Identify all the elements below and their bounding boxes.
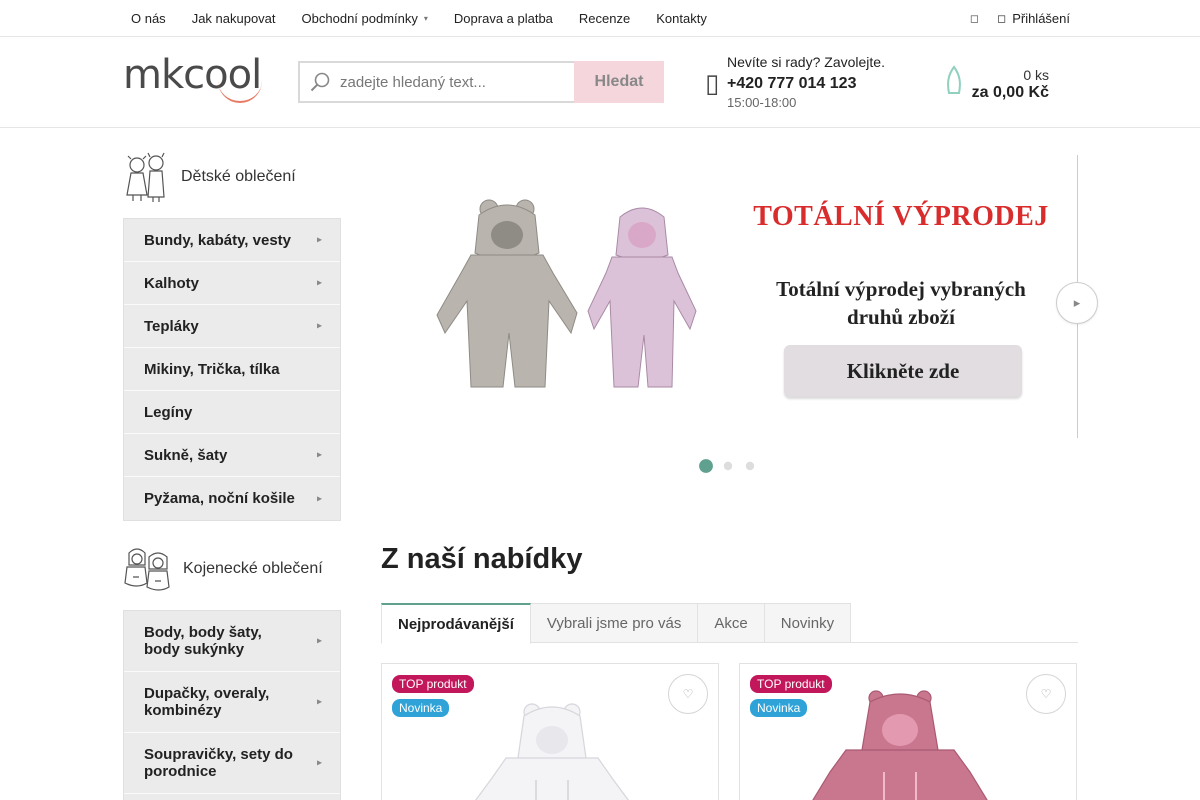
section-title: Z naší nabídky (381, 543, 583, 575)
badge-new: Novinka (392, 699, 450, 717)
chevron-right-icon: ▸ (316, 493, 322, 504)
product-image (812, 690, 988, 800)
chevron-right-icon: ▸ (316, 449, 322, 461)
sidebar-item-dupacky[interactable]: Dupačky, overaly, kombinézy ▸ (124, 672, 340, 733)
logo-smile (218, 81, 262, 103)
tab-nejprodavanejsi[interactable]: Nejprodávanější (381, 603, 531, 644)
search-input[interactable] (340, 63, 574, 101)
nav-link-label: Jak nakupovat (191, 10, 276, 26)
chevron-right-icon: ▸ (316, 635, 322, 647)
product-card[interactable]: TOP produkt Novinka ♡ (381, 663, 719, 800)
product-card[interactable]: TOP produkt Novinka ♡ (739, 663, 1077, 800)
sidebar-heading-kids[interactable]: Dětské oblečení (123, 151, 296, 203)
search-icon (300, 63, 340, 101)
sidebar-item-label: Pyžama, noční košile (144, 490, 295, 507)
cart-price: za 0,00 Kč (971, 84, 1049, 101)
slider-next-button[interactable]: ▸ (1056, 282, 1098, 324)
heart-icon[interactable]: ♡ (668, 674, 708, 714)
product-image (475, 703, 629, 800)
top-account: ◻ ◻ Přihlášení (970, 0, 1070, 36)
top-navigation: O nás Jak nakupovat Obchodní podmínky ▾ D… (118, 0, 720, 36)
sidebar-item-mikiny[interactable]: Mikiny, Trička, tílka (124, 348, 340, 391)
header: mkcool Hledat ▯ Nevíte si rady? Zavolejt… (0, 37, 1200, 128)
sidebar-menu-babies: Body, body šaty, body sukýnky ▸ Dupačky, … (123, 610, 341, 800)
chevron-right-icon: ▸ (1073, 295, 1081, 310)
pink-jumpsuit-image (587, 207, 697, 388)
product-tabs: Nejprodávanější Vybrali jsme pro vás Akc… (381, 603, 852, 644)
promo-subtitle-line: Totální výprodej vybraných (776, 277, 1026, 301)
cart-icon (945, 65, 963, 102)
slider-dot[interactable] (745, 461, 755, 471)
search-bar: Hledat (298, 61, 664, 103)
badge-top-product: TOP produkt (750, 675, 832, 693)
slider-dot[interactable] (699, 459, 713, 473)
sidebar-item-label: Tepláky (144, 317, 199, 335)
nav-link-recenze[interactable]: Recenze (566, 11, 643, 26)
sidebar-heading-label: Dětské oblečení (181, 168, 296, 185)
language-icon[interactable]: ◻ (970, 12, 979, 25)
chevron-right-icon: ▸ (316, 234, 322, 246)
sidebar-heading-babies[interactable]: Kojenecké oblečení (123, 543, 323, 595)
sidebar-item-bundy[interactable]: Bundy, kabáty, vesty ▸ (124, 219, 340, 262)
chevron-right-icon: ▸ (316, 696, 322, 708)
promo-subtitle: Totální výprodej vybraných druhů zboží (745, 275, 1057, 331)
nav-link-label: Recenze (578, 10, 631, 26)
sidebar-item-label: Bundy, kabáty, vesty (144, 231, 291, 249)
badge-top-product: TOP produkt (392, 675, 474, 693)
promo-subtitle-line: druhů zboží (847, 305, 955, 329)
slider-dots (699, 459, 756, 473)
sidebar-item-body[interactable]: Body, body šaty, body sukýnky ▸ (124, 611, 340, 672)
tab-akce[interactable]: Akce (698, 603, 765, 643)
nav-link-kontakty[interactable]: Kontakty (643, 11, 720, 26)
nav-link-obchodni-podminky[interactable]: Obchodní podmínky ▾ (289, 11, 441, 26)
sidebar-item-kalhoty[interactable]: Kalhoty ▸ (124, 262, 340, 305)
nav-link-doprava-a-platba[interactable]: Doprava a platba (441, 11, 566, 26)
sidebar-menu-kids: Bundy, kabáty, vesty ▸ Kalhoty ▸ Tepláky ▸ … (123, 218, 341, 521)
nav-link-label: O nás (131, 10, 166, 26)
cart-quantity: 0 ks (1023, 67, 1049, 83)
sidebar-item-soupravicky[interactable]: Soupravičky, sety do porodnice ▸ (124, 733, 340, 794)
sidebar-item-label: Mikiny, Trička, tílka (144, 360, 280, 378)
sidebar-item-sukne[interactable]: Sukně, šaty ▸ (124, 434, 340, 477)
sidebar-item-teplaky[interactable]: Tepláky ▸ (124, 305, 340, 348)
sidebar-item-pyzama[interactable]: Pyžama, noční košile ▸ (124, 477, 340, 520)
promo-cta-button[interactable]: Klikněte zde (784, 345, 1022, 397)
contact-hours: 15:00-18:00 (727, 95, 797, 110)
top-bar: O nás Jak nakupovat Obchodní podmínky ▾ D… (0, 0, 1200, 37)
contact-prompt: Nevíte si rady? Zavolejte. (727, 54, 885, 70)
sidebar-item-label: Dupačky, overaly, kombinézy (144, 685, 270, 719)
contact-phone[interactable]: +420 777 014 123 (727, 75, 856, 93)
sidebar-item-label: Soupravičky, sety do porodnice (144, 746, 293, 780)
site-logo[interactable]: mkcool (123, 55, 283, 111)
heart-icon[interactable]: ♡ (1026, 674, 1066, 714)
sidebar-item-label: Body, body šaty, body sukýnky (144, 624, 262, 658)
nav-link-o-nas[interactable]: O nás (118, 11, 179, 26)
sidebar-item-label: Legíny (144, 403, 193, 421)
tab-novinky[interactable]: Novinky (764, 603, 852, 643)
tab-vybrali-jsme[interactable]: Vybrali jsme pro vás (530, 603, 699, 643)
nav-link-label: Obchodní podmínky (301, 10, 418, 26)
chevron-right-icon: ▸ (316, 320, 322, 332)
sidebar-item-leginy[interactable]: Legíny (124, 391, 340, 434)
chevron-right-icon: ▸ (316, 757, 322, 769)
chevron-down-icon: ▾ (423, 13, 428, 23)
babies-icon (124, 548, 170, 591)
sidebar-item-label: Sukně, šaty (144, 446, 228, 464)
login-link[interactable]: Přihlášení (1012, 11, 1070, 26)
cart-widget[interactable]: 0 ks za 0,00 Kč (945, 61, 1055, 107)
promo-title: TOTÁLNÍ VÝPRODEJ (753, 201, 1049, 232)
sidebar-item-label: Kalhoty (144, 274, 200, 292)
nav-link-jak-nakupovat[interactable]: Jak nakupovat (179, 11, 289, 26)
grey-jumpsuit-image (436, 199, 578, 388)
user-icon: ◻ (997, 12, 1007, 25)
badge-new: Novinka (750, 699, 808, 717)
nav-link-label: Kontakty (656, 10, 707, 26)
slider-dot[interactable] (723, 461, 733, 471)
chevron-right-icon: ▸ (316, 277, 322, 289)
sidebar-heading-label: Kojenecké oblečení (183, 560, 323, 577)
nav-link-label: Doprava a platba (453, 10, 553, 26)
phone-icon: ▯ (705, 68, 720, 98)
search-button[interactable]: Hledat (574, 61, 664, 103)
kids-icon (126, 152, 165, 202)
